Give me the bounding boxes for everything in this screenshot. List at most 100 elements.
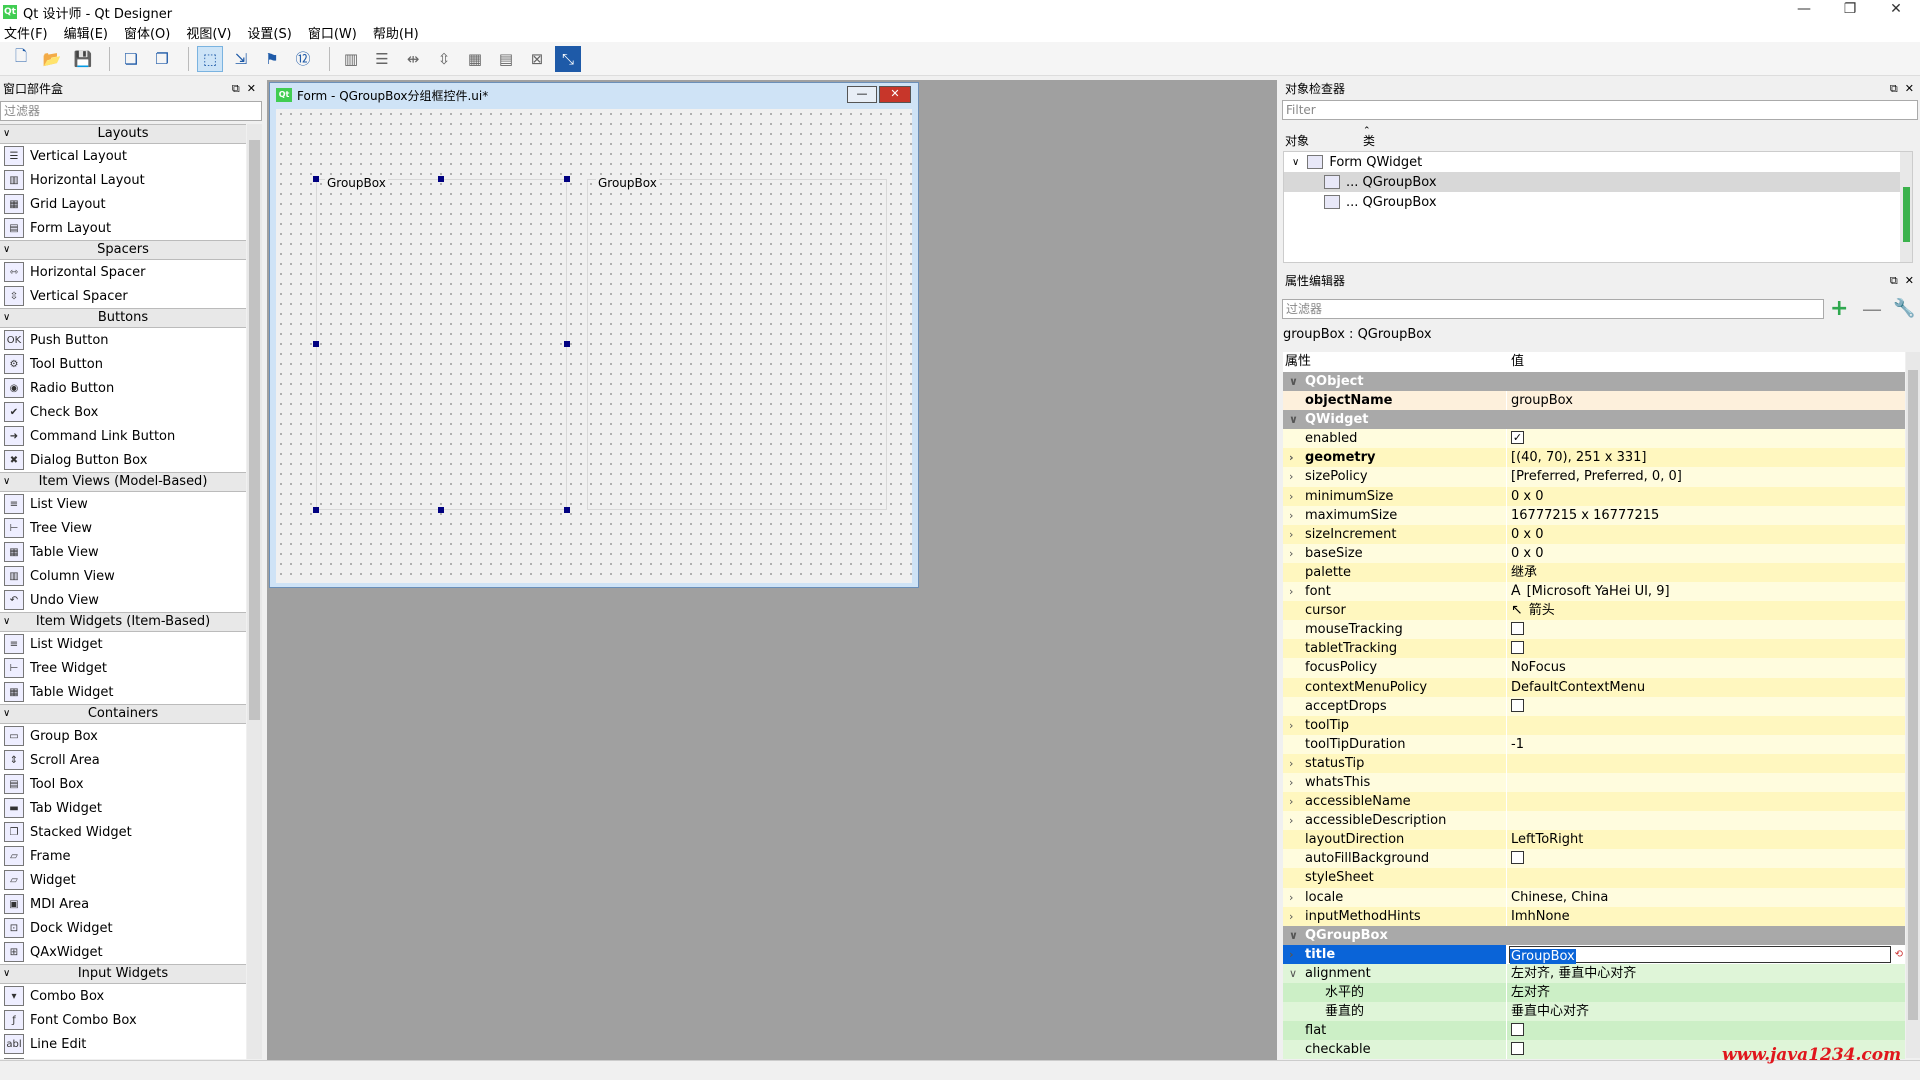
break-layout-icon[interactable]: ⊠ xyxy=(524,46,550,72)
property-value[interactable] xyxy=(1507,868,1905,887)
chevron-right-icon[interactable]: › xyxy=(1289,582,1293,601)
widget-item-text-edit[interactable]: A|Text Edit xyxy=(0,1056,246,1059)
property-name[interactable]: › maximumSize xyxy=(1283,505,1507,525)
form-minimize-icon[interactable]: — xyxy=(847,86,877,103)
menu-item[interactable]: 帮助(H) xyxy=(373,23,419,42)
widget-item-tab-widget[interactable]: ▬ Tab Widget xyxy=(0,796,246,820)
chevron-right-icon[interactable]: › xyxy=(1289,907,1293,926)
property-row[interactable]: cursor ↖ 箭头 xyxy=(1283,601,1905,621)
col-class[interactable]: 类 xyxy=(1363,132,1375,149)
property-name[interactable]: › baseSize xyxy=(1283,543,1507,563)
property-value[interactable] xyxy=(1507,639,1905,658)
add-property-icon[interactable]: + xyxy=(1830,296,1848,321)
widget-item-mdi-area[interactable]: ▣ MDI Area xyxy=(0,892,246,916)
edit-buddies-icon[interactable]: ⚑ xyxy=(259,46,285,72)
checkbox[interactable] xyxy=(1511,698,1524,712)
restore-icon[interactable]: ❐ xyxy=(1830,0,1870,20)
resize-handle[interactable] xyxy=(313,176,319,182)
chevron-down-icon[interactable]: ∨ xyxy=(3,965,10,983)
chevron-down-icon[interactable]: ∨ xyxy=(3,473,10,491)
widget-item-vertical-layout[interactable]: ☰ Vertical Layout xyxy=(0,144,246,168)
property-value[interactable]: ImhNone xyxy=(1507,907,1905,926)
widget-item-scroll-area[interactable]: ⇕ Scroll Area xyxy=(0,748,246,772)
chevron-down-icon[interactable]: ∨ xyxy=(1289,372,1298,391)
property-value[interactable]: 0 x 0 xyxy=(1507,525,1905,544)
object-filter-input[interactable]: Filter xyxy=(1282,100,1918,120)
property-name[interactable]: › geometry xyxy=(1283,448,1507,468)
dock-float-close-icons[interactable]: ⧉ ✕ xyxy=(232,80,256,98)
property-filter-input[interactable]: 过滤器 xyxy=(1282,299,1824,319)
layout-vertical-icon[interactable]: ☰ xyxy=(369,46,395,72)
property-value[interactable] xyxy=(1507,773,1905,792)
bring-forward-icon[interactable]: ❏ xyxy=(118,46,144,72)
widget-item-horizontal-layout[interactable]: ▥ Horizontal Layout xyxy=(0,168,246,192)
property-name[interactable]: › title xyxy=(1283,944,1507,964)
layout-horizontal-splitter-icon[interactable]: ⇹ xyxy=(400,46,426,72)
property-value[interactable]: DefaultContextMenu xyxy=(1507,678,1905,697)
property-name[interactable]: 水平的 xyxy=(1283,983,1507,1003)
property-row[interactable]: › sizePolicy [Preferred, Preferred, 0, 0] xyxy=(1283,467,1905,487)
chevron-down-icon[interactable]: ∨ xyxy=(1289,926,1298,945)
chevron-down-icon[interactable]: ∨ xyxy=(3,613,10,631)
property-name[interactable]: focusPolicy xyxy=(1283,658,1507,678)
property-value[interactable]: 0 x 0 xyxy=(1507,487,1905,506)
property-name[interactable]: objectName xyxy=(1283,391,1507,411)
property-row[interactable]: › accessibleName xyxy=(1283,792,1905,812)
resize-handle[interactable] xyxy=(313,341,319,347)
edit-widgets-icon[interactable]: ⬚ xyxy=(197,45,223,72)
widget-item-push-button[interactable]: OK Push Button xyxy=(0,328,246,352)
property-name[interactable]: › minimumSize xyxy=(1283,486,1507,506)
widget-item-radio-button[interactable]: ◉ Radio Button xyxy=(0,376,246,400)
property-name[interactable]: cursor xyxy=(1283,601,1507,621)
widget-item-combo-box[interactable]: ▾ Combo Box xyxy=(0,984,246,1008)
property-row[interactable]: styleSheet xyxy=(1283,868,1905,888)
widget-category-header[interactable]: ∨ Containers xyxy=(0,704,246,724)
property-row[interactable]: › maximumSize 16777215 x 16777215 xyxy=(1283,505,1905,525)
new-file-icon[interactable]: 🗋 xyxy=(8,46,34,72)
property-value[interactable] xyxy=(1507,754,1905,773)
property-value[interactable]: 16777215 x 16777215 xyxy=(1507,506,1905,525)
property-row[interactable]: acceptDrops xyxy=(1283,696,1905,716)
property-name[interactable]: contextMenuPolicy xyxy=(1283,677,1507,697)
configure-icon[interactable]: 🔧 xyxy=(1893,298,1915,319)
widget-item-table-view[interactable]: ▦ Table View xyxy=(0,540,246,564)
chevron-right-icon[interactable]: › xyxy=(1289,754,1293,773)
scrollbar-thumb[interactable] xyxy=(1903,187,1910,242)
widget-item-column-view[interactable]: ▥ Column View xyxy=(0,564,246,588)
property-value[interactable] xyxy=(1507,697,1905,716)
property-name[interactable]: acceptDrops xyxy=(1283,696,1507,716)
property-name[interactable]: › sizePolicy xyxy=(1283,467,1507,487)
chevron-right-icon[interactable]: › xyxy=(1289,888,1293,907)
property-row[interactable]: › minimumSize 0 x 0 xyxy=(1283,486,1905,506)
property-row[interactable]: focusPolicy NoFocus xyxy=(1283,658,1905,678)
checkbox[interactable]: ✓ xyxy=(1511,431,1524,445)
property-row[interactable]: › whatsThis xyxy=(1283,772,1905,793)
checkbox[interactable] xyxy=(1511,851,1524,865)
property-value[interactable]: 左对齐, 垂直中心对齐 xyxy=(1507,964,1905,983)
widget-item-qaxwidget[interactable]: ⊞ QAxWidget xyxy=(0,940,246,964)
property-value[interactable]: Chinese, China xyxy=(1507,888,1905,907)
widget-item-form-layout[interactable]: ▤ Form Layout xyxy=(0,216,246,240)
property-name[interactable]: ∨ alignment xyxy=(1283,963,1507,983)
scrollbar-thumb[interactable] xyxy=(1908,370,1918,1020)
property-name[interactable]: › accessibleDescription xyxy=(1283,811,1507,831)
property-value[interactable]: ✓ xyxy=(1507,429,1905,448)
property-row[interactable]: 水平的 左对齐 xyxy=(1283,983,1905,1003)
widget-item-list-widget[interactable]: ≡ List Widget xyxy=(0,632,246,656)
property-value[interactable] xyxy=(1507,1021,1905,1040)
chevron-right-icon[interactable]: › xyxy=(1289,506,1293,525)
property-name[interactable]: flat xyxy=(1283,1021,1507,1041)
widget-item-horizontal-spacer[interactable]: ⇿ Horizontal Spacer xyxy=(0,260,246,284)
widget-category-header[interactable]: ∨ Input Widgets xyxy=(0,964,246,984)
property-row[interactable]: contextMenuPolicy DefaultContextMenu xyxy=(1283,677,1905,697)
property-value[interactable] xyxy=(1507,811,1905,830)
resize-handle[interactable] xyxy=(564,341,570,347)
widget-category-header[interactable]: ∨ Item Widgets (Item-Based) xyxy=(0,612,246,632)
widget-item-grid-layout[interactable]: ▦ Grid Layout xyxy=(0,192,246,216)
widget-item-check-box[interactable]: ✔ Check Box xyxy=(0,400,246,424)
col-property[interactable]: 属性 xyxy=(1285,352,1311,372)
resize-handle[interactable] xyxy=(564,176,570,182)
property-value[interactable] xyxy=(1507,849,1905,868)
property-value[interactable]: LeftToRight xyxy=(1507,830,1905,849)
chevron-right-icon[interactable]: › xyxy=(1289,544,1293,563)
